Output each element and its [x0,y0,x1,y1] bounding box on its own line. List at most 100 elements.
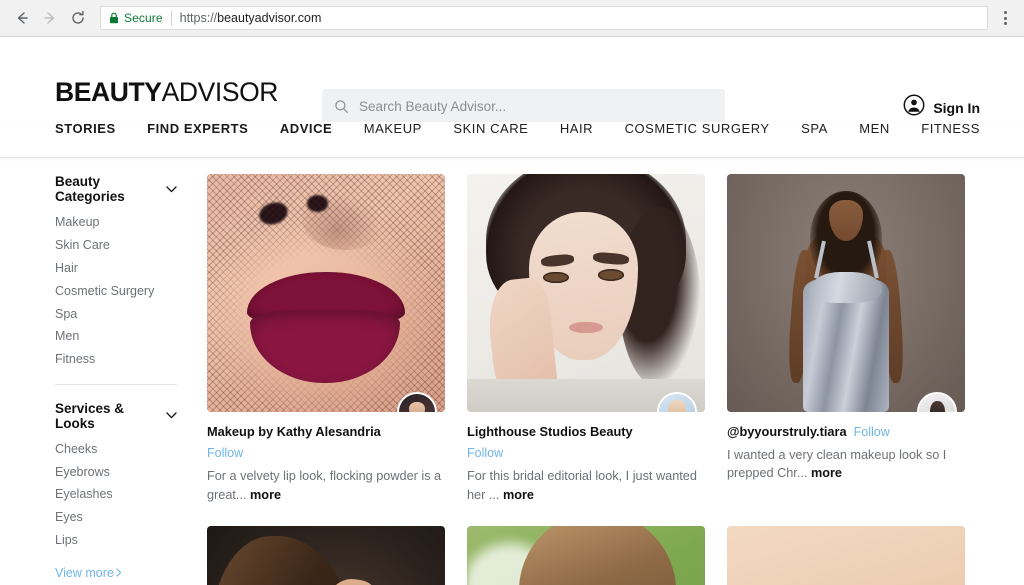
url-text: https://beautyadvisor.com [180,11,322,25]
sidebar-divider [55,383,177,385]
omnibox-divider [170,10,172,26]
avatar-photo [919,394,955,412]
brand-light: ADVISOR [161,77,279,107]
photo-detail [519,526,677,585]
avatar-photo [659,394,695,412]
card-body: Makeup by Kathy Alesandria Follow For a … [207,412,445,504]
nav-item-hair[interactable]: HAIR [560,122,593,135]
back-arrow-icon [17,12,28,24]
facet-link-eyebrows[interactable]: Eyebrows [55,465,177,479]
nav-item-skin-care[interactable]: SKIN CARE [453,122,528,135]
facet-link-skin-care[interactable]: Skin Care [55,238,177,252]
nav-item-men[interactable]: MEN [859,122,890,135]
card-body: @byyourstruly.tiara Follow I wanted a ve… [727,412,965,483]
magnifier-glyph [335,99,348,113]
author-avatar[interactable] [397,392,437,412]
facet-link-lips[interactable]: Lips [55,533,177,547]
card-image[interactable] [727,174,965,412]
feed-grid: Makeup by Kathy Alesandria Follow For a … [189,174,980,585]
facet-beauty-categories-label: Beauty Categories [55,174,125,204]
secure-label: Secure [124,11,163,25]
follow-button[interactable]: Follow [467,446,503,461]
facet-link-fitness[interactable]: Fitness [55,352,177,366]
search-input[interactable] [359,98,713,114]
site-logo[interactable]: BEAUTYADVISOR [55,79,278,106]
card-title-row: Lighthouse Studios Beauty Follow [467,424,705,461]
nav-item-cosmetic-surgery[interactable]: COSMETIC SURGERY [625,122,770,135]
card-description: I wanted a very clean makeup look so I p… [727,446,965,483]
facet-link-spa[interactable]: Spa [55,307,177,321]
card-title-row: @byyourstruly.tiara Follow [727,424,965,440]
card-title-row: Makeup by Kathy Alesandria Follow [207,424,445,461]
site-header: BEAUTYADVISOR Sign In [0,37,1024,123]
photo-silver-dress-model [727,174,965,412]
facet-link-cheeks[interactable]: Cheeks [55,442,177,456]
browser-toolbar: Secure https://beautyadvisor.com [0,0,1024,37]
card-image[interactable] [467,526,705,585]
card-more-link[interactable]: more [250,488,281,502]
chevron-down-glyph [166,412,177,419]
card-more-link[interactable]: more [503,488,534,502]
facet-link-makeup[interactable]: Makeup [55,215,177,229]
search-bar[interactable] [322,89,725,123]
url-scheme: https:// [179,11,218,25]
photo-bridal-updo [467,526,705,585]
filters-sidebar: Beauty Categories Makeup Skin Care Hair … [55,174,189,585]
page-body: Beauty Categories Makeup Skin Care Hair … [0,158,1024,585]
card-more-link[interactable]: more [811,466,842,480]
feed-card[interactable] [207,526,445,585]
photo-detail [569,321,603,334]
author-avatar[interactable] [657,392,697,412]
facet-services-looks-header[interactable]: Services & Looks [55,401,177,431]
photo-detail [211,535,360,585]
card-author-name[interactable]: @byyourstruly.tiara [727,424,847,439]
feed-card[interactable]: Makeup by Kathy Alesandria Follow For a … [207,174,445,504]
sign-in-button[interactable]: Sign In [903,94,980,121]
photo-eyebrow-closeup [727,526,965,585]
card-image[interactable] [467,174,705,412]
card-image[interactable] [207,526,445,585]
kebab-dot [1003,11,1007,14]
nav-item-spa[interactable]: SPA [801,122,828,135]
card-description-text: For a velvety lip look, flocking powder … [207,469,442,502]
back-button[interactable] [8,4,36,32]
feed-card[interactable] [467,526,705,585]
avatar-photo [399,394,435,412]
reload-button[interactable] [64,4,92,32]
follow-button[interactable]: Follow [207,446,243,461]
facet-link-hair[interactable]: Hair [55,261,177,275]
lock-icon [109,12,119,24]
photo-lips-veil [207,174,445,412]
card-image[interactable] [207,174,445,412]
facet-link-eyelashes[interactable]: Eyelashes [55,487,177,501]
facet-link-eyes[interactable]: Eyes [55,510,177,524]
author-avatar[interactable] [917,392,957,412]
feed-card[interactable]: Lighthouse Studios Beauty Follow For thi… [467,174,705,504]
card-description: For this bridal editorial look, I just w… [467,467,705,504]
card-author-name[interactable]: Lighthouse Studios Beauty [467,424,633,439]
feed-card[interactable] [727,526,965,585]
nav-item-makeup[interactable]: MAKEUP [364,122,422,135]
nav-item-advice[interactable]: ADVICE [280,122,332,135]
user-avatar-icon [903,94,925,121]
feed-card[interactable]: @byyourstruly.tiara Follow I wanted a ve… [727,174,965,504]
view-more-link[interactable]: View more [55,566,122,580]
follow-button[interactable]: Follow [854,425,890,440]
chevron-down-glyph [166,185,177,192]
forward-arrow-icon [44,12,55,24]
photo-detail [207,174,445,412]
address-bar[interactable]: Secure https://beautyadvisor.com [100,6,988,30]
card-author-name[interactable]: Makeup by Kathy Alesandria [207,424,381,439]
forward-button[interactable] [36,4,64,32]
facet-beauty-categories-header[interactable]: Beauty Categories [55,174,177,204]
nav-item-find-experts[interactable]: FIND EXPERTS [147,122,248,135]
photo-detail [810,271,882,303]
card-image[interactable] [727,526,965,585]
facet-link-cosmetic-surgery[interactable]: Cosmetic Surgery [55,284,177,298]
nav-item-stories[interactable]: STORIES [55,122,116,135]
brand-bold: BEAUTY [55,77,162,107]
browser-menu-button[interactable] [994,6,1016,30]
facet-link-men[interactable]: Men [55,329,177,343]
main-navigation: STORIES FIND EXPERTS ADVICE MAKEUP SKIN … [0,122,1024,158]
nav-item-fitness[interactable]: FITNESS [921,122,980,135]
